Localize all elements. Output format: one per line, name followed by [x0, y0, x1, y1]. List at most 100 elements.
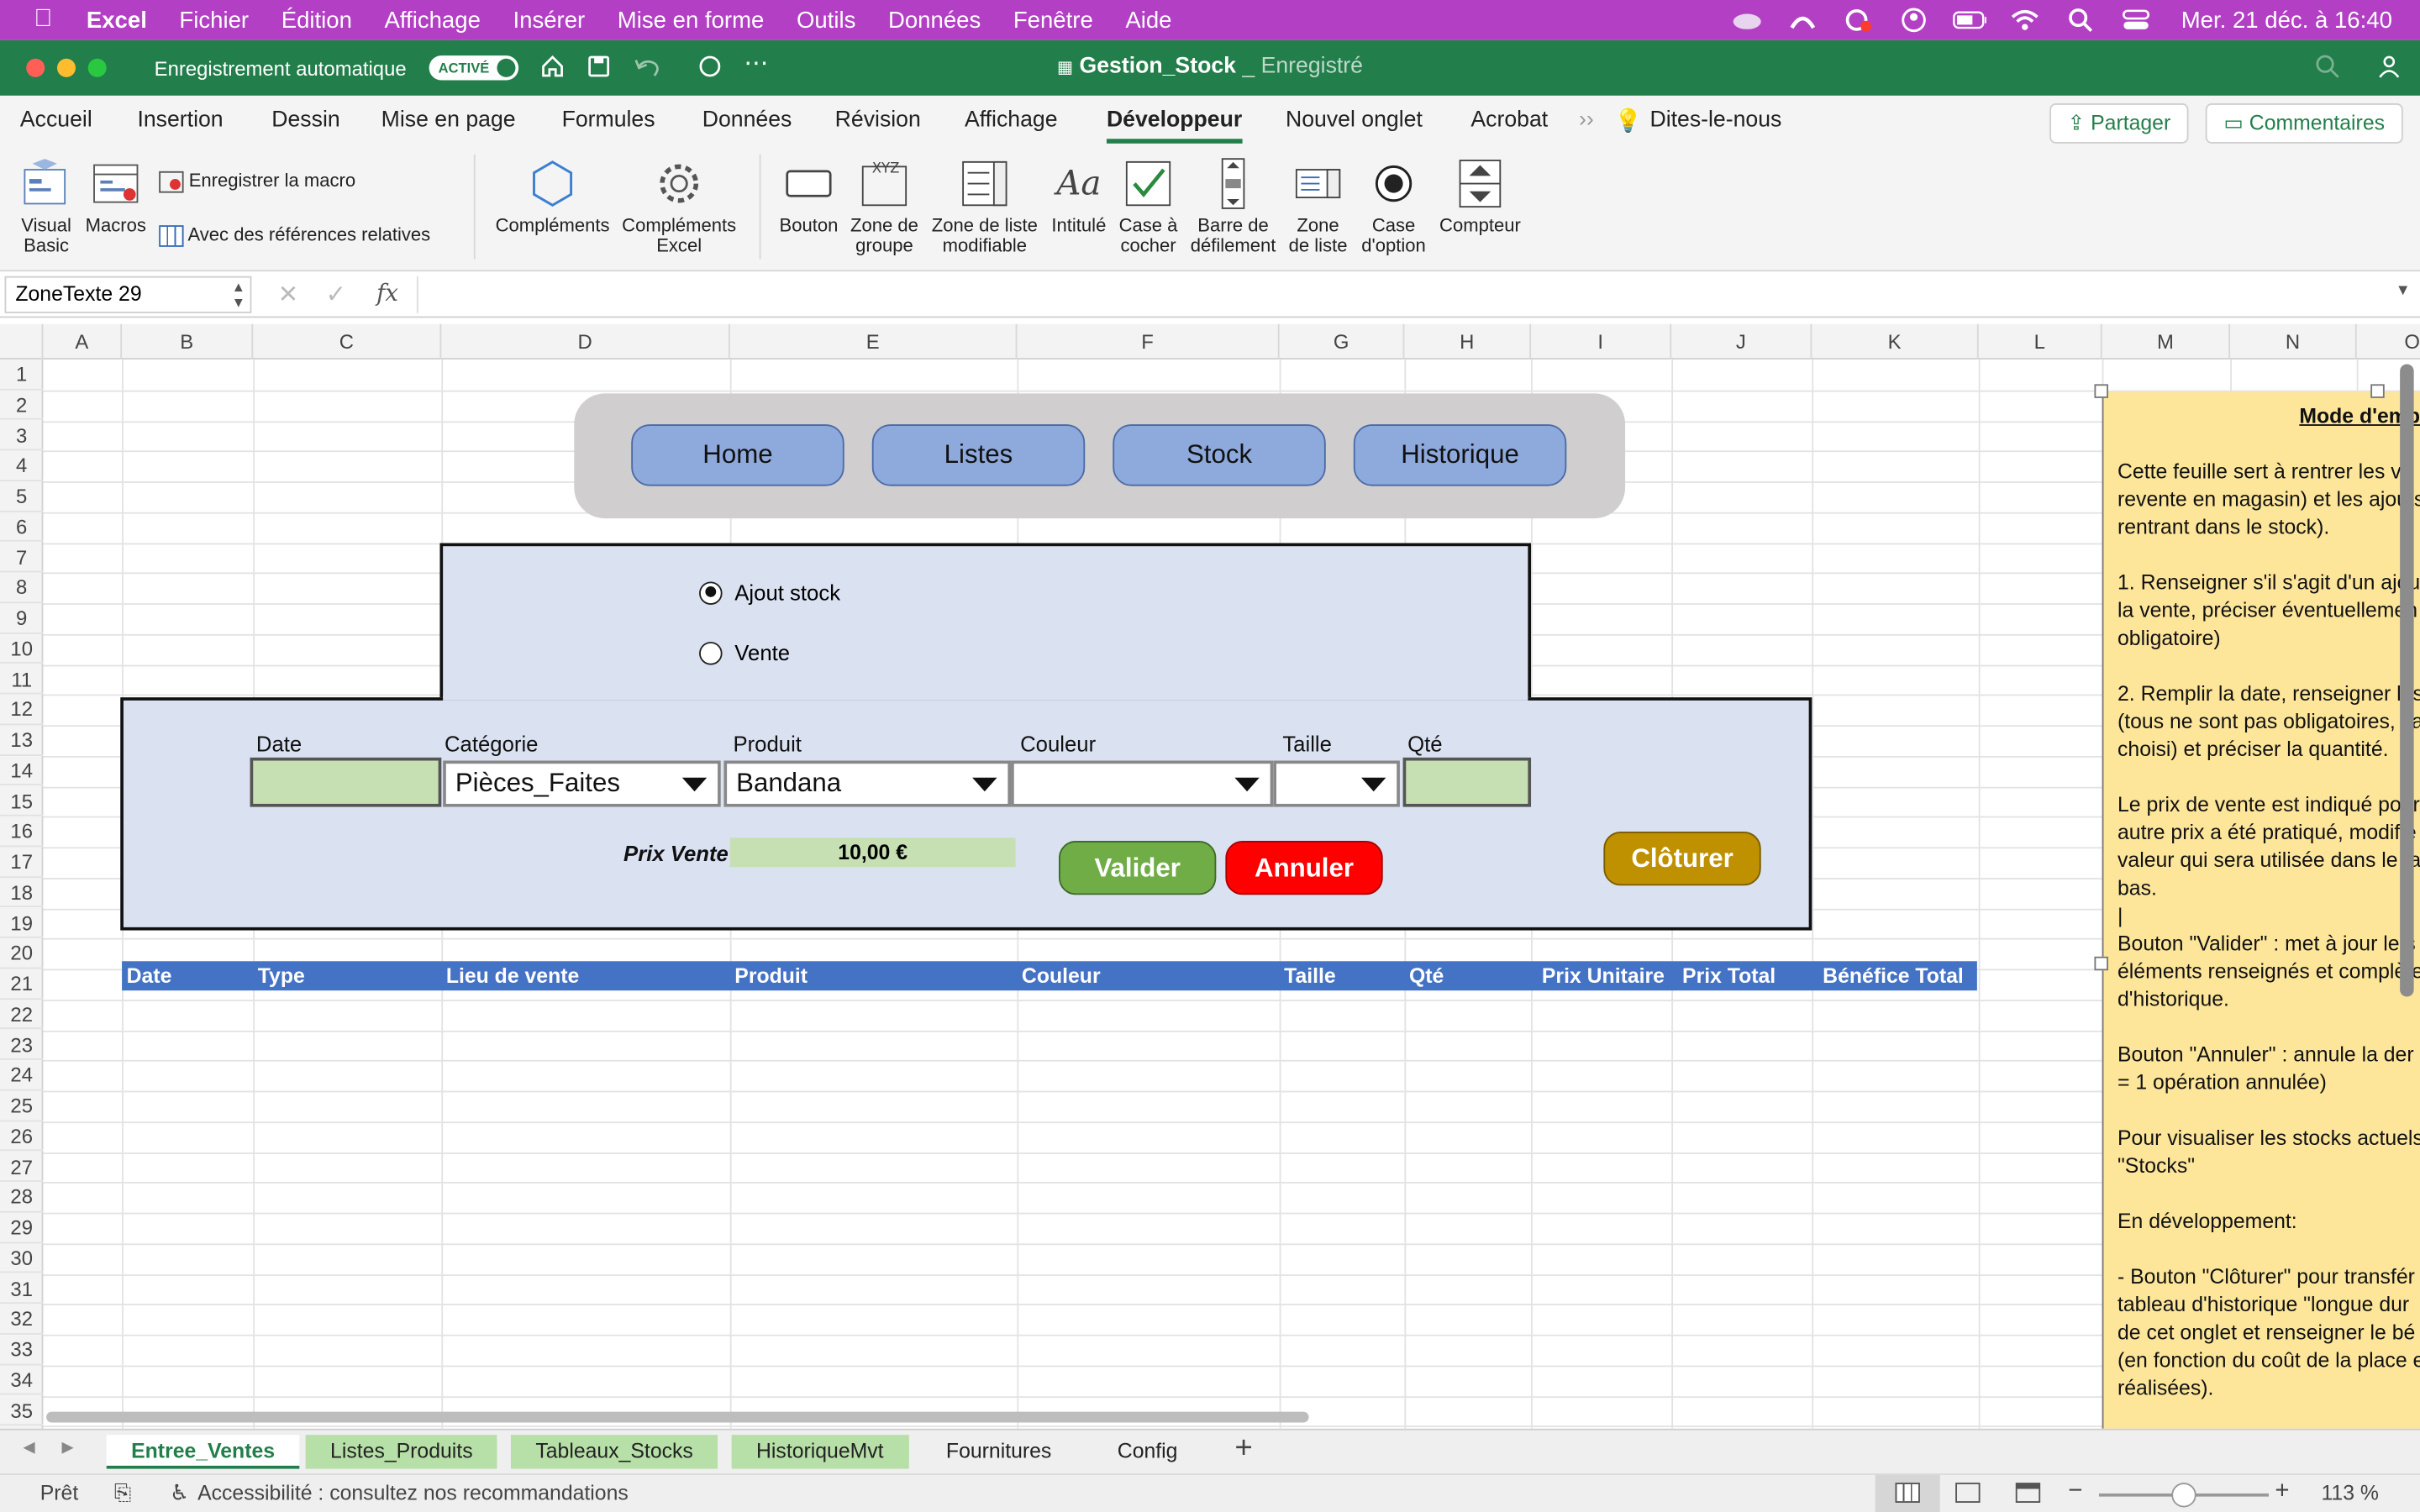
table-header-cell[interactable]: Date [122, 961, 172, 990]
function-icon[interactable]: fx [376, 279, 398, 307]
option-button-control[interactable]: Case d'option [1355, 157, 1433, 256]
nav-stock-button[interactable]: Stock [1113, 424, 1326, 486]
horizontal-scrollbar-thumb[interactable] [46, 1411, 1309, 1423]
row-header[interactable]: 23 [0, 1030, 44, 1061]
option-vente[interactable]: Vente [699, 638, 790, 666]
table-header-cell[interactable]: Qté [1404, 961, 1444, 990]
row-header[interactable]: 13 [0, 725, 44, 756]
previous-sheet-icon[interactable]: ◀ [24, 1440, 35, 1457]
row-header[interactable]: 26 [0, 1121, 44, 1152]
list-box-control[interactable]: Zone de liste [1284, 157, 1352, 256]
date-input[interactable] [250, 757, 442, 807]
name-box-stepper-icon[interactable]: ▲ ▼ [232, 279, 245, 310]
instructions-textbox[interactable]: Mode d'emp Cette feuille sert à rentrer … [2102, 391, 2420, 1429]
menu-app[interactable]: Excel [87, 7, 147, 33]
sheet-tab[interactable]: Fournitures [922, 1435, 1076, 1468]
table-header-cell[interactable]: Bénéfice Total [1818, 961, 1964, 990]
row-header[interactable]: 20 [0, 938, 44, 969]
search-sheet-icon[interactable] [2315, 54, 2339, 83]
sync-icon[interactable] [1842, 8, 1876, 32]
column-header[interactable]: C [253, 323, 442, 360]
row-header[interactable]: 27 [0, 1152, 44, 1183]
row-header[interactable]: 28 [0, 1182, 44, 1213]
account-icon[interactable] [2377, 54, 2402, 83]
close-period-button[interactable]: Clôturer [1603, 832, 1761, 886]
combo-box-control[interactable]: Zone de liste modifiable [926, 157, 1044, 256]
confirm-entry-icon[interactable]: ✓ [326, 279, 347, 310]
column-header[interactable]: E [730, 323, 1018, 360]
row-header[interactable]: 5 [0, 481, 44, 512]
table-header-cell[interactable]: Taille [1280, 961, 1336, 990]
validate-button[interactable]: Valider [1059, 841, 1217, 895]
row-header[interactable]: 22 [0, 1000, 44, 1030]
tab-nouvel-onglet[interactable]: Nouvel onglet [1286, 108, 1423, 133]
row-header[interactable]: 30 [0, 1243, 44, 1274]
overflow-chevron-icon[interactable]: ›› [1579, 108, 1594, 133]
scrollbar-control[interactable]: Barre de défilement [1186, 157, 1281, 256]
column-header[interactable]: K [1812, 323, 1979, 360]
row-header[interactable]: 14 [0, 756, 44, 786]
resize-handle[interactable] [2094, 384, 2108, 398]
row-header[interactable]: 12 [0, 695, 44, 726]
expand-formula-icon[interactable]: ▼ [2396, 282, 2411, 299]
addins-button[interactable]: Compléments [491, 157, 614, 236]
column-header[interactable]: G [1280, 323, 1405, 360]
spinner-control[interactable]: Compteur [1435, 157, 1525, 236]
row-header[interactable]: 3 [0, 421, 44, 451]
macros-button[interactable]: Macros [83, 157, 148, 236]
visual-basic-button[interactable]: Visual Basic [13, 157, 81, 256]
menu-mise-en-forme[interactable]: Mise en forme [618, 7, 765, 33]
user-icon[interactable] [1897, 8, 1931, 33]
tab-accueil[interactable]: Accueil [20, 108, 92, 133]
table-header-cell[interactable]: Produit [730, 961, 808, 990]
cancel-button[interactable]: Annuler [1225, 841, 1383, 895]
wifi-icon[interactable] [2008, 8, 2042, 32]
creative-cloud-icon[interactable] [1786, 8, 1820, 32]
column-header[interactable]: B [122, 323, 254, 360]
price-value[interactable]: 10,00 € [729, 837, 1016, 868]
product-dropdown[interactable]: Bandana [723, 760, 1012, 807]
row-header[interactable]: 19 [0, 908, 44, 939]
table-header-cell[interactable]: Prix Unitaire [1537, 961, 1665, 990]
control-center-icon[interactable] [2119, 8, 2153, 32]
formula-input[interactable] [416, 276, 2407, 313]
zoom-level[interactable]: 113 % [2321, 1481, 2378, 1504]
column-header[interactable]: I [1531, 323, 1672, 360]
row-header[interactable]: 6 [0, 512, 44, 543]
tab-formules[interactable]: Formules [562, 108, 655, 133]
row-header[interactable]: 10 [0, 633, 44, 664]
tell-me-search[interactable]: Dites-le-nous [1649, 108, 1781, 133]
zoom-slider-knob[interactable] [2171, 1483, 2196, 1508]
next-sheet-icon[interactable]: ▶ [61, 1440, 73, 1457]
accessibility-icon[interactable]: ♿ [170, 1479, 189, 1505]
tab-developpeur[interactable]: Développeur [1106, 108, 1243, 144]
tab-dessin[interactable]: Dessin [271, 108, 339, 133]
category-dropdown[interactable]: Pièces_Faites [443, 760, 721, 807]
accessibility-status[interactable]: Accessibilité : consultez nos recommanda… [197, 1481, 629, 1504]
row-header[interactable]: 24 [0, 1060, 44, 1091]
sheet-tab[interactable]: Listes_Produits [305, 1435, 498, 1469]
row-header[interactable]: 11 [0, 664, 44, 695]
row-header[interactable]: 31 [0, 1273, 44, 1305]
nav-historique-button[interactable]: Historique [1353, 424, 1567, 486]
apple-icon[interactable]:  [34, 6, 52, 34]
menu-fichier[interactable]: Fichier [179, 7, 249, 33]
add-sheet-button[interactable]: + [1234, 1431, 1252, 1467]
page-break-icon[interactable] [2015, 1483, 2041, 1503]
size-dropdown[interactable] [1273, 760, 1400, 807]
select-all-corner[interactable] [0, 323, 44, 360]
tab-insertion[interactable]: Insertion [137, 108, 223, 133]
column-header[interactable]: H [1404, 323, 1532, 360]
nav-listes-button[interactable]: Listes [871, 424, 1086, 486]
label-control[interactable]: Aa Intitulé [1046, 157, 1111, 236]
table-header-cell[interactable]: Type [253, 961, 305, 990]
battery-icon[interactable] [1953, 8, 1987, 32]
nav-home-button[interactable]: Home [631, 424, 844, 486]
sheet-tab[interactable]: Config [1092, 1435, 1202, 1468]
menu-fenetre[interactable]: Fenêtre [1013, 7, 1093, 33]
row-header[interactable]: 25 [0, 1091, 44, 1121]
column-header[interactable]: L [1979, 323, 2102, 360]
comments-button[interactable]: ▭ Commentaires [2205, 103, 2403, 144]
menu-inserer[interactable]: Insérer [513, 7, 585, 33]
page-layout-icon[interactable] [1955, 1483, 1981, 1503]
